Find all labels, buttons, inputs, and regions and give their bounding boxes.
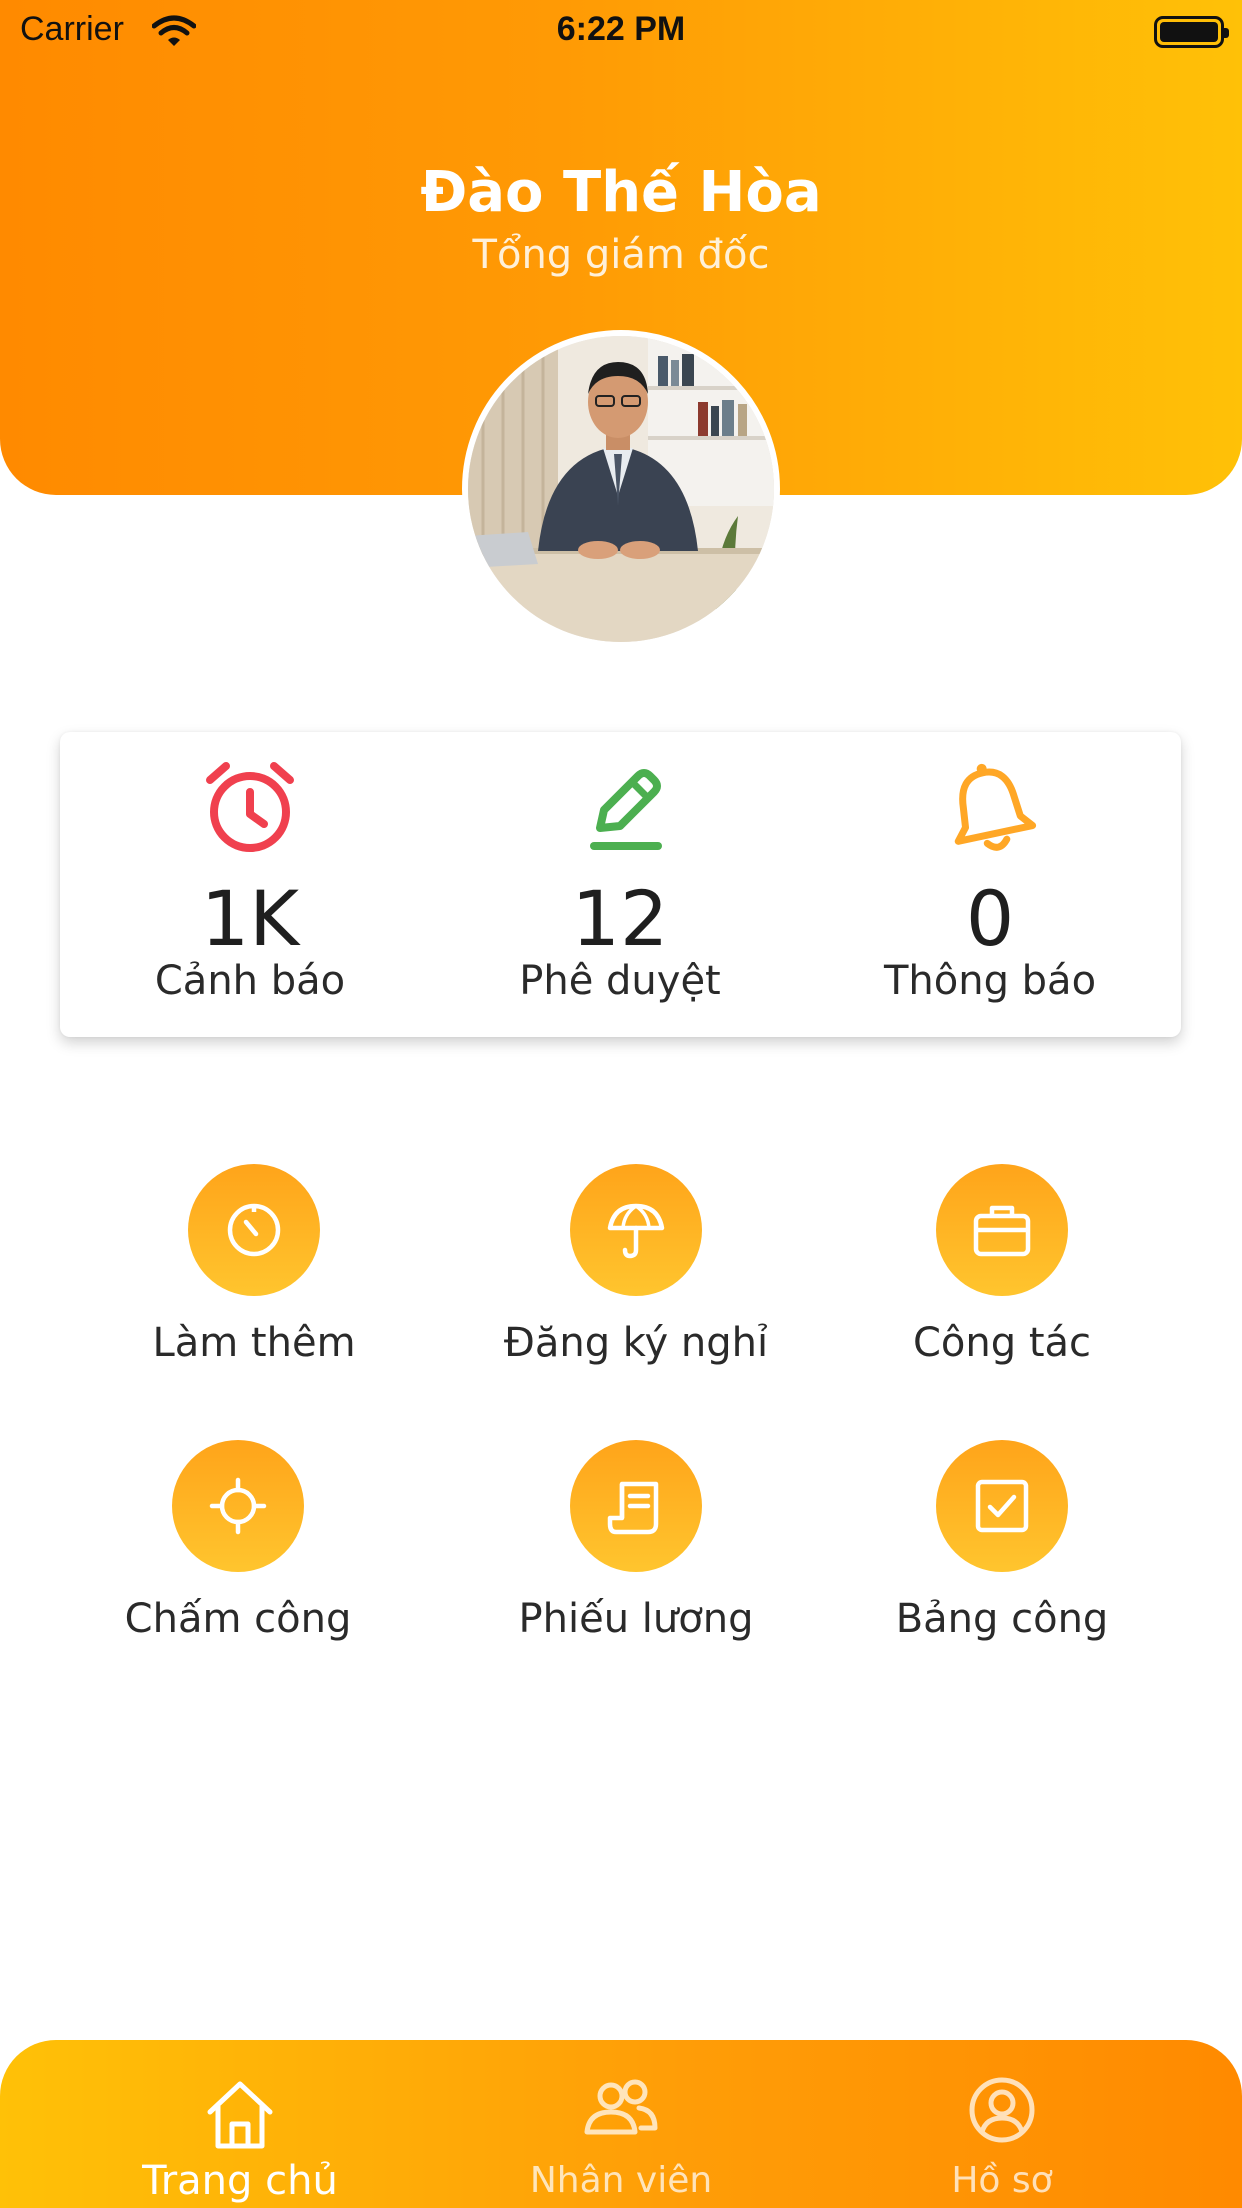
feature-payslip-label: Phiếu lương xyxy=(518,1596,754,1642)
user-name: Đào Thế Hòa xyxy=(420,160,822,225)
stat-approvals[interactable]: 12 Phê duyệt xyxy=(450,732,790,1037)
feature-leave-request-label: Đăng ký nghỉ xyxy=(503,1320,769,1366)
alerts-count: 1K xyxy=(200,874,300,963)
tab-employees[interactable]: Nhân viên xyxy=(471,2040,771,2208)
tab-home-label: Trang chủ xyxy=(142,2158,338,2204)
profile-icon xyxy=(969,2077,1035,2143)
feature-timekeeping-label: Chấm công xyxy=(124,1596,352,1642)
status-bar: Carrier 6:22 PM xyxy=(0,0,1242,62)
feature-timekeeping[interactable]: Chấm công xyxy=(68,1440,408,1660)
notifications-label: Thông báo xyxy=(883,958,1097,1004)
feature-business-trip[interactable]: Công tác xyxy=(832,1164,1172,1384)
checkbox-icon xyxy=(936,1440,1068,1572)
status-time: 6:22 PM xyxy=(556,10,686,48)
feature-business-trip-label: Công tác xyxy=(912,1320,1092,1366)
tab-profile-label: Hồ sơ xyxy=(951,2160,1053,2201)
receipt-icon xyxy=(570,1440,702,1572)
stat-alerts[interactable]: 1K Cảnh báo xyxy=(80,732,420,1037)
tab-profile[interactable]: Hồ sơ xyxy=(852,2040,1152,2208)
timer-icon xyxy=(188,1164,320,1296)
feature-overtime-label: Làm thêm xyxy=(152,1320,356,1366)
feature-attendance-sheet[interactable]: Bảng công xyxy=(832,1440,1172,1660)
approvals-count: 12 xyxy=(571,874,669,963)
alerts-label: Cảnh báo xyxy=(154,958,346,1004)
battery-icon xyxy=(1154,16,1229,48)
briefcase-icon xyxy=(936,1164,1068,1296)
people-icon xyxy=(584,2079,658,2135)
feature-overtime[interactable]: Làm thêm xyxy=(84,1164,424,1384)
home-screen: Carrier 6:22 PM Đào Thế Hòa Tổng giám đố… xyxy=(0,0,1242,2208)
crosshair-icon xyxy=(172,1440,304,1572)
notifications-count: 0 xyxy=(965,874,1015,963)
tab-home[interactable]: Trang chủ xyxy=(90,2040,390,2208)
feature-leave-request[interactable]: Đăng ký nghỉ xyxy=(466,1164,806,1384)
home-icon xyxy=(207,2081,273,2149)
bell-icon xyxy=(940,758,1040,858)
approvals-label: Phê duyệt xyxy=(519,958,721,1004)
bottom-nav: Trang chủ Nhân viên Hồ sơ xyxy=(0,2040,1242,2208)
pencil-icon xyxy=(570,758,670,858)
avatar[interactable] xyxy=(462,330,780,648)
umbrella-icon xyxy=(570,1164,702,1296)
user-role: Tổng giám đốc xyxy=(472,232,770,278)
alarm-clock-icon xyxy=(200,758,300,858)
stats-card: 1K Cảnh báo 12 Phê duyệt 0 Thông báo xyxy=(60,732,1181,1037)
tab-employees-label: Nhân viên xyxy=(529,2160,713,2201)
feature-attendance-sheet-label: Bảng công xyxy=(895,1596,1109,1642)
stat-notifications[interactable]: 0 Thông báo xyxy=(820,732,1160,1037)
feature-payslip[interactable]: Phiếu lương xyxy=(466,1440,806,1660)
